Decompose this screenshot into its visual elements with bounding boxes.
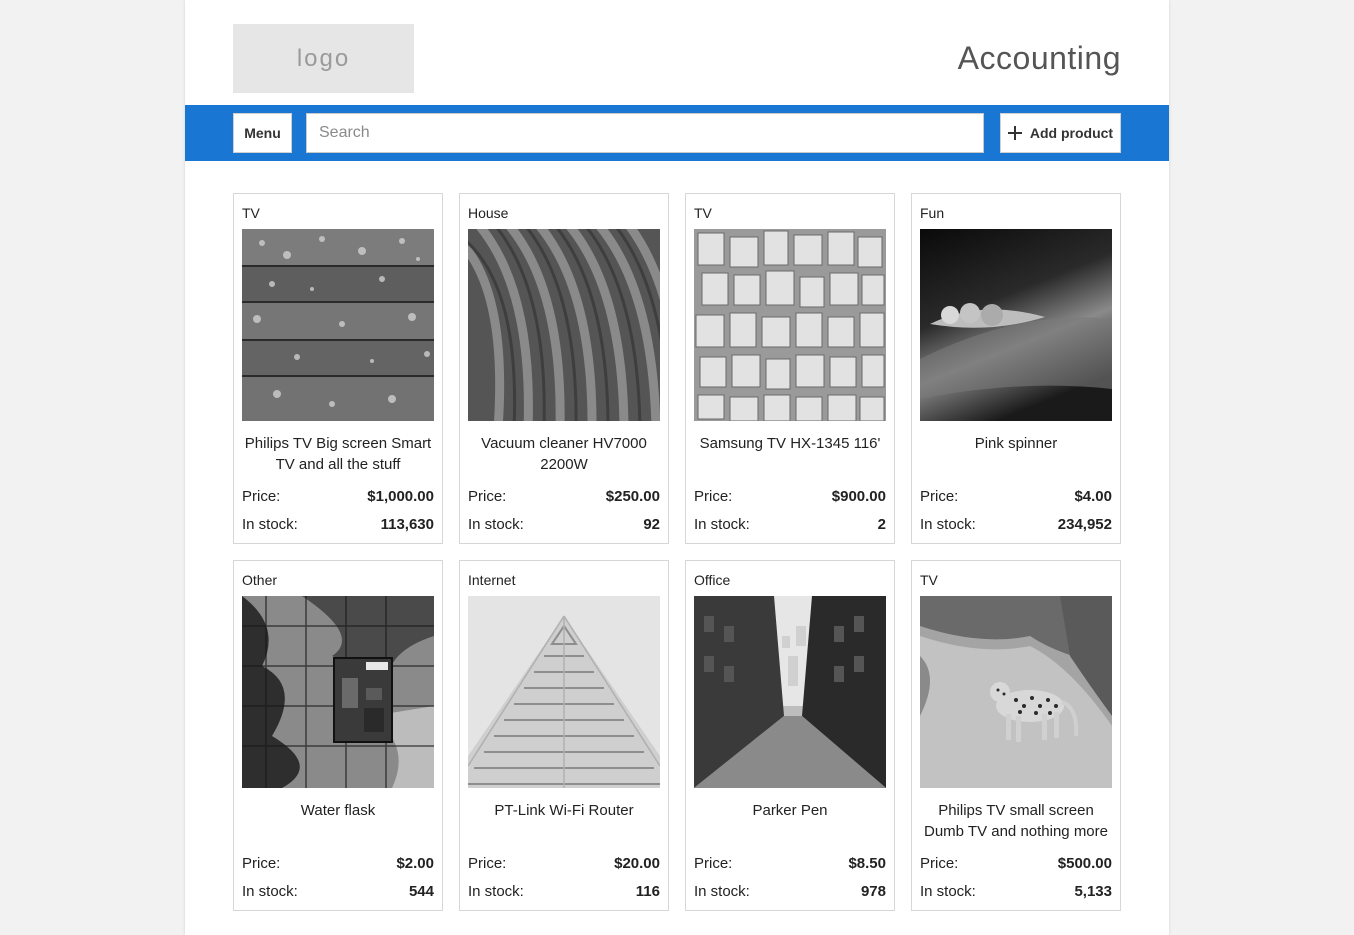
- product-card[interactable]: TV: [685, 193, 895, 544]
- product-card[interactable]: Fun Pink spinner Price: $4.00 In stock: …: [911, 193, 1121, 544]
- stock-value: 2: [877, 516, 886, 533]
- product-card[interactable]: Other Water flask Price: $2.00 In stock:…: [233, 560, 443, 911]
- product-card[interactable]: House Vacuum cleaner HV7000 2200W Price:…: [459, 193, 669, 544]
- product-card[interactable]: TV: [911, 560, 1121, 911]
- stock-value: 116: [635, 883, 660, 900]
- stock-row: In stock: 113,630: [242, 516, 434, 533]
- price-row: Price: $900.00: [694, 488, 886, 505]
- product-name[interactable]: Parker Pen: [694, 800, 886, 821]
- stock-value: 234,952: [1057, 516, 1112, 533]
- product-card[interactable]: Internet PT-Link Wi-Fi Router Price: $20…: [459, 560, 669, 911]
- stock-value: 92: [643, 516, 660, 533]
- product-grid: TV Philips TV Big screen Smart TV and al…: [233, 193, 1121, 911]
- stock-row: In stock: 5,133: [920, 883, 1112, 900]
- price-label: Price:: [694, 855, 733, 872]
- price-row: Price: $4.00: [920, 488, 1112, 505]
- stock-label: In stock:: [920, 883, 976, 900]
- product-name[interactable]: Samsung TV HX-1345 116': [694, 433, 886, 454]
- leopard-path-photo[interactable]: [920, 596, 1112, 788]
- price-value: $20.00: [614, 855, 660, 872]
- product-category: TV: [920, 572, 938, 588]
- toolbar: Menu Add product: [185, 105, 1169, 161]
- stock-row: In stock: 92: [468, 516, 660, 533]
- product-card[interactable]: Office Parker Pen Price: $8.50 In stock:…: [685, 560, 895, 911]
- logo[interactable]: logo: [233, 24, 414, 93]
- book-pages-photo[interactable]: [694, 229, 886, 421]
- stock-label: In stock:: [920, 516, 976, 533]
- plus-icon: [1007, 126, 1022, 140]
- product-card[interactable]: TV: [233, 193, 443, 544]
- price-value: $2.00: [396, 855, 434, 872]
- search-input[interactable]: [306, 113, 984, 153]
- add-product-button[interactable]: Add product: [1000, 113, 1121, 153]
- price-row: Price: $250.00: [468, 488, 660, 505]
- price-row: Price: $8.50: [694, 855, 886, 872]
- price-value: $250.00: [605, 488, 660, 505]
- product-name[interactable]: Vacuum cleaner HV7000 2200W: [468, 433, 660, 475]
- product-name[interactable]: Pink spinner: [920, 433, 1112, 454]
- product-name[interactable]: PT-Link Wi-Fi Router: [468, 800, 660, 821]
- stock-row: In stock: 978: [694, 883, 886, 900]
- price-label: Price:: [920, 855, 959, 872]
- product-name[interactable]: Philips TV small screen Dumb TV and noth…: [920, 800, 1112, 842]
- product-category: Other: [242, 572, 278, 588]
- product-name[interactable]: Water flask: [242, 800, 434, 821]
- stock-value: 113,630: [380, 516, 434, 533]
- product-category: House: [468, 205, 509, 221]
- price-value: $8.50: [848, 855, 886, 872]
- product-name[interactable]: Philips TV Big screen Smart TV and all t…: [242, 433, 434, 475]
- price-value: $500.00: [1057, 855, 1112, 872]
- stock-label: In stock:: [694, 516, 750, 533]
- price-label: Price:: [694, 488, 733, 505]
- city-alley-photo[interactable]: [694, 596, 886, 788]
- seed-pod-photo[interactable]: [920, 229, 1112, 421]
- stock-label: In stock:: [468, 516, 524, 533]
- wooden-planks-photo[interactable]: [242, 229, 434, 421]
- price-label: Price:: [242, 488, 281, 505]
- product-category: TV: [242, 205, 260, 221]
- page-container: logo Accounting Menu Add product TV: [185, 0, 1169, 935]
- price-value: $4.00: [1074, 488, 1112, 505]
- stock-value: 5,133: [1074, 883, 1112, 900]
- price-row: Price: $20.00: [468, 855, 660, 872]
- building-facade-photo[interactable]: [468, 596, 660, 788]
- graffiti-wall-photo[interactable]: [242, 596, 434, 788]
- stock-label: In stock:: [468, 883, 524, 900]
- lavender-field-photo[interactable]: [468, 229, 660, 421]
- stock-row: In stock: 234,952: [920, 516, 1112, 533]
- price-label: Price:: [468, 488, 507, 505]
- price-value: $900.00: [831, 488, 886, 505]
- stock-label: In stock:: [242, 516, 298, 533]
- header: logo Accounting: [185, 0, 1169, 105]
- stock-label: In stock:: [242, 883, 298, 900]
- add-product-label: Add product: [1029, 125, 1114, 141]
- price-row: Price: $2.00: [242, 855, 434, 872]
- stock-row: In stock: 116: [468, 883, 660, 900]
- price-label: Price:: [920, 488, 959, 505]
- product-category: TV: [694, 205, 712, 221]
- menu-button[interactable]: Menu: [233, 113, 292, 153]
- price-label: Price:: [468, 855, 507, 872]
- price-value: $1,000.00: [367, 488, 434, 505]
- stock-row: In stock: 2: [694, 516, 886, 533]
- price-row: Price: $500.00: [920, 855, 1112, 872]
- page-title: Accounting: [957, 40, 1121, 76]
- price-label: Price:: [242, 855, 281, 872]
- stock-label: In stock:: [694, 883, 750, 900]
- price-row: Price: $1,000.00: [242, 488, 434, 505]
- product-category: Internet: [468, 572, 516, 588]
- stock-row: In stock: 544: [242, 883, 434, 900]
- product-category: Fun: [920, 205, 945, 221]
- product-category: Office: [694, 572, 731, 588]
- stock-value: 978: [860, 883, 886, 900]
- stock-value: 544: [408, 883, 434, 900]
